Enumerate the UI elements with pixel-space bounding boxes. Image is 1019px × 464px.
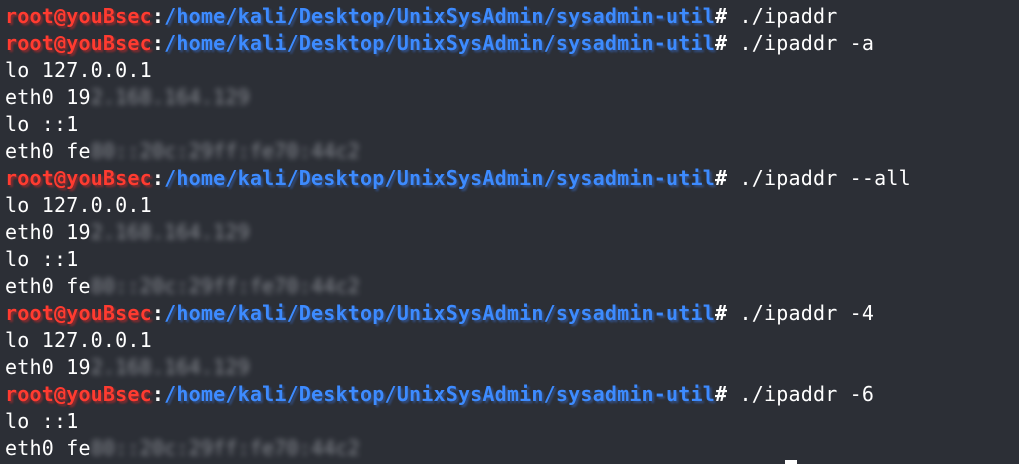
prompt-user-host: root@youBsec (5, 301, 152, 325)
terminal-cursor (785, 460, 797, 464)
redacted-text: 2.168.164.129 (90, 355, 250, 379)
terminal-output: root@youBsec:/home/kali/Desktop/UnixSysA… (5, 3, 1019, 462)
prompt-symbol: # (715, 382, 728, 406)
output-line: eth0 192.168.164.129 (5, 84, 1019, 111)
prompt-separator: : (151, 301, 165, 325)
output-line: lo 127.0.0.1 (5, 327, 1019, 354)
prompt-user-host: root@youBsec (5, 4, 152, 28)
prompt-line: root@youBsec:/home/kali/Desktop/UnixSysA… (5, 165, 1019, 192)
command-text: ./ipaddr (727, 4, 838, 28)
output-text: eth0 19 (5, 220, 91, 244)
redacted-text: 2.168.164.129 (90, 85, 250, 109)
prompt-user-host: root@youBsec (5, 31, 152, 55)
command-text: ./ipaddr --all (727, 166, 911, 190)
prompt-user-host: root@youBsec (5, 382, 152, 406)
prompt-symbol: # (715, 4, 728, 28)
prompt-symbol: # (715, 166, 728, 190)
output-line: eth0 fe80::20c:29ff:fe70:44c2 (5, 435, 1019, 462)
prompt-user-host: root@youBsec (5, 166, 152, 190)
output-text: eth0 fe (5, 139, 91, 163)
output-line: eth0 fe80::20c:29ff:fe70:44c2 (5, 273, 1019, 300)
output-text: eth0 fe (5, 274, 91, 298)
output-text: lo ::1 (5, 112, 79, 136)
output-line: eth0 fe80::20c:29ff:fe70:44c2 (5, 138, 1019, 165)
prompt-separator: : (151, 31, 165, 55)
prompt-path: /home/kali/Desktop/UnixSysAdmin/sysadmin… (164, 382, 716, 406)
output-line: lo ::1 (5, 111, 1019, 138)
prompt-separator: : (151, 166, 165, 190)
output-text: eth0 fe (5, 436, 91, 460)
output-text: lo ::1 (5, 247, 79, 271)
output-line: eth0 192.168.164.129 (5, 219, 1019, 246)
prompt-line: root@youBsec:/home/kali/Desktop/UnixSysA… (5, 30, 1019, 57)
prompt-path: /home/kali/Desktop/UnixSysAdmin/sysadmin… (164, 301, 716, 325)
output-text: lo ::1 (5, 409, 79, 433)
prompt-separator: : (151, 382, 165, 406)
output-line: lo ::1 (5, 246, 1019, 273)
output-line: lo 127.0.0.1 (5, 192, 1019, 219)
output-text: lo 127.0.0.1 (5, 328, 152, 352)
prompt-path: /home/kali/Desktop/UnixSysAdmin/sysadmin… (164, 4, 716, 28)
output-text: lo 127.0.0.1 (5, 58, 152, 82)
command-text: ./ipaddr -a (727, 31, 875, 55)
prompt-line: root@youBsec:/home/kali/Desktop/UnixSysA… (5, 381, 1019, 408)
prompt-symbol: # (715, 301, 728, 325)
output-text: eth0 19 (5, 85, 91, 109)
prompt-separator: : (151, 4, 165, 28)
redacted-text: 2.168.164.129 (90, 220, 250, 244)
prompt-symbol: # (715, 31, 728, 55)
redacted-text: 80::20c:29ff:fe70:44c2 (90, 139, 360, 163)
output-line: eth0 192.168.164.129 (5, 354, 1019, 381)
output-line: lo 127.0.0.1 (5, 57, 1019, 84)
prompt-path: /home/kali/Desktop/UnixSysAdmin/sysadmin… (164, 31, 716, 55)
command-text: ./ipaddr -4 (727, 301, 875, 325)
redacted-text: 80::20c:29ff:fe70:44c2 (90, 274, 360, 298)
command-text: ./ipaddr -6 (727, 382, 875, 406)
prompt-line: root@youBsec:/home/kali/Desktop/UnixSysA… (5, 300, 1019, 327)
prompt-line: root@youBsec:/home/kali/Desktop/UnixSysA… (5, 3, 1019, 30)
terminal-window[interactable]: root@youBsec:/home/kali/Desktop/UnixSysA… (0, 0, 1019, 464)
output-text: eth0 19 (5, 355, 91, 379)
redacted-text: 80::20c:29ff:fe70:44c2 (90, 436, 360, 460)
prompt-path: /home/kali/Desktop/UnixSysAdmin/sysadmin… (164, 166, 716, 190)
output-text: lo 127.0.0.1 (5, 193, 152, 217)
output-line: lo ::1 (5, 408, 1019, 435)
